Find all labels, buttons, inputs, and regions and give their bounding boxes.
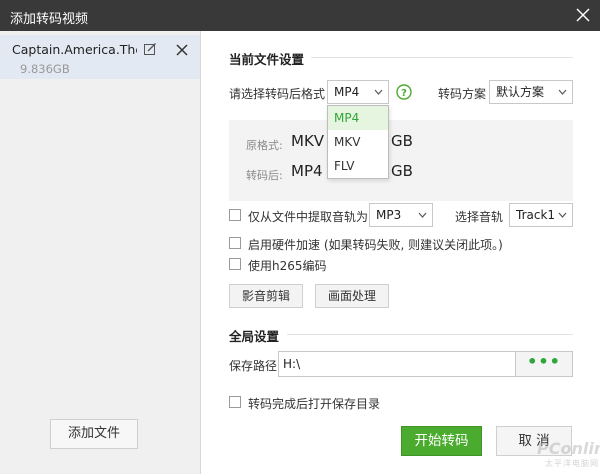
remove-file-icon[interactable]	[175, 43, 189, 57]
extract-audio-checkbox[interactable]	[229, 209, 241, 221]
original-size-value: GB	[391, 132, 413, 150]
more-icon: •••	[527, 352, 561, 371]
format-option-flv[interactable]: FLV	[328, 154, 388, 178]
settings-panel: 当前文件设置 请选择转码后格式 MP4 ? 转码方案 默认方案 原格式: MKV…	[201, 31, 600, 474]
audio-format-select[interactable]: MP3	[369, 203, 433, 227]
scheme-select-value: 默认方案	[496, 85, 545, 99]
track-value: Track1	[516, 208, 556, 222]
format-label: 请选择转码后格式	[229, 87, 326, 101]
track-select[interactable]: Track1	[509, 203, 573, 227]
close-icon[interactable]	[574, 6, 592, 24]
watermark-logo: PConline	[537, 439, 600, 458]
current-settings-title: 当前文件设置	[229, 52, 305, 67]
window-title: 添加转码视频	[10, 12, 89, 27]
browse-button[interactable]: •••	[516, 351, 573, 377]
add-file-button[interactable]: 添加文件	[50, 419, 138, 449]
title-bar: 添加转码视频	[0, 0, 600, 31]
image-process-button[interactable]: 画面处理	[315, 284, 389, 308]
watermark-sub: 太平洋电脑网	[545, 459, 599, 468]
format-select[interactable]: MP4	[327, 80, 389, 104]
save-path-input[interactable]: H:\	[278, 351, 516, 377]
h265-checkbox[interactable]	[229, 258, 241, 270]
hw-accel-label: 启用硬件加速 (如果转码失败, 则建议关闭此项。)	[248, 238, 503, 252]
start-transcode-button[interactable]: 开始转码	[401, 426, 482, 456]
video-edit-button[interactable]: 影音剪辑	[229, 284, 303, 308]
chevron-down-icon	[374, 89, 383, 95]
chevron-down-icon	[558, 89, 567, 95]
after-format-value: MP4	[291, 162, 323, 180]
after-format-label: 转码后:	[246, 169, 283, 182]
hw-accel-checkbox[interactable]	[229, 237, 241, 249]
chevron-down-icon	[558, 212, 567, 218]
format-option-mkv[interactable]: MKV	[328, 130, 388, 154]
global-settings-title: 全局设置	[229, 329, 280, 344]
open-dir-label: 转码完成后打开保存目录	[248, 397, 381, 411]
file-list-item[interactable]: Captain.America.The... 9.836GB	[0, 35, 200, 79]
track-label: 选择音轨	[455, 210, 504, 224]
audio-format-value: MP3	[376, 208, 402, 222]
section-divider	[311, 57, 573, 58]
save-path-label: 保存路径	[229, 359, 278, 373]
edit-icon[interactable]	[143, 42, 157, 56]
format-option-mp4[interactable]: MP4	[328, 106, 388, 130]
original-format-value: MKV	[291, 132, 325, 150]
extract-audio-label: 仅从文件中提取音轨为	[248, 210, 369, 224]
section-divider	[287, 334, 573, 335]
h265-label: 使用h265编码	[248, 259, 327, 273]
scheme-select[interactable]: 默认方案	[489, 80, 573, 104]
original-format-label: 原格式:	[246, 139, 283, 152]
file-size: 9.836GB	[20, 62, 70, 76]
open-dir-checkbox[interactable]	[229, 396, 241, 408]
help-icon[interactable]: ?	[396, 84, 412, 100]
scheme-label: 转码方案	[438, 87, 487, 101]
svg-text:?: ?	[401, 88, 407, 99]
format-dropdown-list: MP4 MKV FLV	[327, 105, 389, 179]
format-info-box: 原格式: MKV GB 转码后: MP4 GB	[229, 120, 573, 201]
after-size-value: GB	[391, 162, 413, 180]
format-select-value: MP4	[334, 85, 360, 99]
file-name: Captain.America.The...	[12, 42, 137, 57]
file-list-sidebar: Captain.America.The... 9.836GB 添加文件	[0, 31, 201, 474]
chevron-down-icon	[418, 212, 427, 218]
